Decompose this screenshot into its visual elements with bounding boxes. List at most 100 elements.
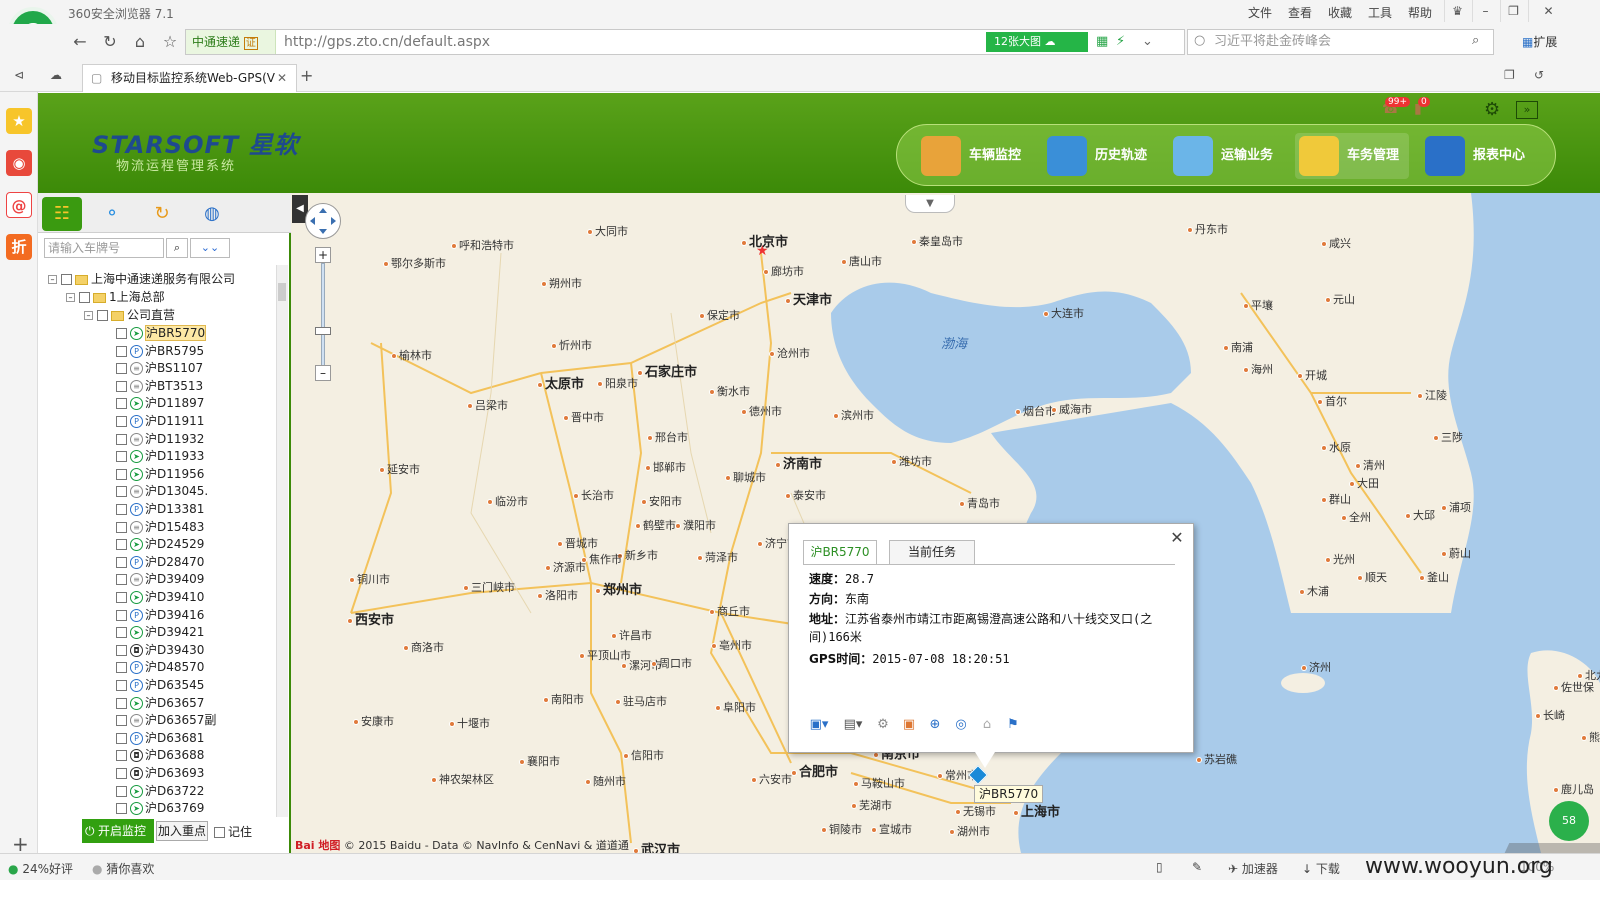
vehicle-row[interactable]: ≡ 沪BS1107 — [116, 360, 203, 377]
location-card-icon[interactable]: ▣ — [899, 716, 919, 734]
vehicle-row[interactable]: ≡ 沪BT3513 — [116, 378, 203, 395]
vehicle-row[interactable]: ➤ 沪D11933 — [116, 448, 204, 465]
vehicle-row[interactable]: ➤ 沪D11897 — [116, 395, 204, 412]
nav-report-center[interactable]: 报表中心 — [1421, 133, 1525, 179]
collapse-header-icon[interactable]: » — [1516, 101, 1538, 119]
nav-vehicle-monitor[interactable]: 车辆监控 — [917, 133, 1021, 179]
checkbox[interactable] — [79, 292, 90, 303]
checkbox[interactable] — [116, 363, 127, 375]
checkbox[interactable] — [116, 680, 127, 691]
settings-gear-icon[interactable]: ⚙ — [1484, 99, 1500, 120]
address-bar[interactable]: 中通速递 证 http://gps.zto.cn/default.aspx 12… — [185, 29, 1185, 55]
gear-icon[interactable]: ⚙ — [873, 716, 893, 734]
refresh-icon[interactable]: ↻ — [98, 30, 122, 54]
cloud-icon[interactable]: ☁ — [50, 68, 62, 82]
qr-icon[interactable]: ▦ — [1096, 34, 1108, 49]
tree-company[interactable]: – 上海中通速递服务有限公司 — [48, 271, 235, 288]
checkbox[interactable] — [116, 433, 127, 445]
plate-search-icon[interactable]: ⌕ — [166, 238, 188, 258]
vehicle-row[interactable]: P 沪D28470 — [116, 554, 204, 571]
checkbox[interactable] — [116, 592, 127, 603]
lightning-icon[interactable]: ⚡ — [1116, 34, 1125, 49]
menu-tools[interactable]: 工具 — [1368, 4, 1392, 21]
search-icon[interactable]: ⌕ — [1472, 33, 1479, 48]
search-input[interactable]: 习近平将赴金砖峰会 — [1214, 30, 1331, 54]
group-icon[interactable]: ⚬ — [92, 197, 132, 231]
edit-icon[interactable]: ✎ — [1192, 860, 1202, 874]
vehicle-row[interactable]: ≡ 沪D39409 — [116, 571, 204, 588]
checkbox[interactable] — [97, 310, 108, 321]
vehicle-row[interactable]: ◘ 沪D39430 — [116, 642, 204, 659]
tree-hq[interactable]: – 1上海总部 — [66, 289, 165, 306]
checkbox[interactable] — [116, 328, 127, 339]
map-pan-control[interactable] — [305, 203, 341, 239]
map-tools-toggle-icon[interactable]: ▼ — [905, 195, 955, 213]
vehicle-row[interactable]: ◘ 沪D63688 — [116, 747, 204, 764]
checkbox[interactable] — [116, 486, 127, 498]
start-monitor-button[interactable]: ⏻ 开启监控 — [82, 819, 154, 843]
collapse-icon[interactable]: – — [48, 275, 57, 284]
nav-history-track[interactable]: 历史轨迹 — [1043, 133, 1147, 179]
vehicle-row[interactable]: ➤ 沪D24529 — [116, 536, 204, 553]
vehicle-row[interactable]: ➤ 沪D63722 — [116, 783, 204, 800]
tab-gps[interactable]: ▢ 移动目标监控系统Web-GPS(V ✕ — [82, 64, 297, 92]
nav-vehicle-management[interactable]: 车务管理 — [1295, 133, 1410, 179]
globe-icon[interactable]: ◍ — [192, 197, 232, 231]
checkbox[interactable] — [116, 468, 127, 480]
email-icon[interactable]: @ — [6, 192, 32, 218]
phone-icon[interactable]: ▯ — [1156, 860, 1163, 874]
new-tab-icon[interactable]: + — [300, 66, 313, 85]
checkbox[interactable] — [116, 803, 127, 815]
checkbox[interactable] — [214, 827, 225, 838]
remember-checkbox[interactable]: 记住 — [214, 823, 252, 840]
rating-item[interactable]: ● 24%好评 — [8, 860, 73, 877]
vehicle-row[interactable]: ➤ 沪D63657 — [116, 695, 204, 712]
checkbox[interactable] — [116, 644, 127, 656]
home-icon[interactable]: ⌂ — [128, 30, 152, 54]
vehicle-row[interactable]: P 沪D39416 — [116, 607, 204, 624]
checkbox[interactable] — [116, 697, 127, 709]
checkbox[interactable] — [116, 662, 127, 674]
vehicle-row[interactable]: ≡ 沪D13045. — [116, 483, 208, 500]
checkbox[interactable] — [116, 416, 127, 427]
checkbox[interactable] — [116, 574, 127, 586]
chart-dropdown-icon[interactable]: ▤▾ — [839, 716, 867, 734]
tree-scrollbar[interactable] — [276, 265, 288, 817]
menu-file[interactable]: 文件 — [1248, 4, 1272, 21]
download-item[interactable]: ↓ 下载 — [1302, 860, 1340, 877]
menu-help[interactable]: 帮助 — [1408, 4, 1432, 21]
big-image-button[interactable]: 12张大图 ☁ — [986, 32, 1088, 52]
checkbox[interactable] — [116, 398, 127, 410]
vehicle-row[interactable]: ≡ 沪D63657副 — [116, 712, 216, 729]
collapse-icon[interactable]: – — [84, 311, 93, 320]
plate-search-input[interactable]: 请输入车牌号 — [44, 238, 164, 258]
search-engine-icon[interactable]: ○ — [1194, 33, 1205, 48]
tab-current-task[interactable]: 当前任务 — [889, 540, 975, 564]
vehicle-row[interactable]: P 沪D11911 — [116, 413, 204, 430]
vehicle-row[interactable]: P 沪D63681 — [116, 730, 204, 747]
menu-favorites[interactable]: 收藏 — [1328, 4, 1352, 21]
tree-branch[interactable]: – 公司直营 — [84, 307, 175, 324]
vehicle-row[interactable]: P 沪BR5795 — [116, 343, 204, 360]
checkbox[interactable] — [116, 715, 127, 727]
vehicle-map-label[interactable]: 沪BR5770 — [974, 785, 1044, 803]
restore-tabs-icon[interactable]: ❐ — [1504, 68, 1515, 82]
expand-filter-icon[interactable]: ⌄⌄ — [190, 238, 230, 258]
checkbox[interactable] — [116, 627, 127, 639]
accelerator-item[interactable]: ✈ 加速器 — [1228, 860, 1278, 877]
add-key-button[interactable]: 加入重点 — [156, 821, 208, 841]
popup-close-icon[interactable]: ✕ — [1169, 530, 1185, 546]
nav-transport[interactable]: 运输业务 — [1169, 133, 1273, 179]
checkbox[interactable] — [116, 451, 127, 463]
minimize-button[interactable]: – — [1472, 0, 1498, 22]
zoom-slider[interactable] — [321, 263, 325, 367]
vehicle-row[interactable]: P 沪D63545 — [116, 677, 204, 694]
map-layer-icon[interactable]: ▣▾ — [805, 716, 833, 734]
discount-icon[interactable]: 折 — [6, 234, 32, 260]
tree-view-icon[interactable]: ☷ — [42, 197, 82, 231]
zoom-to-icon[interactable]: ⊕ — [925, 716, 945, 734]
zoom-out-button[interactable]: – — [315, 365, 331, 381]
vehicle-row[interactable]: P 沪D13381 — [116, 501, 204, 518]
checkbox[interactable] — [116, 785, 127, 797]
favorites-star-icon[interactable]: ★ — [6, 108, 32, 134]
